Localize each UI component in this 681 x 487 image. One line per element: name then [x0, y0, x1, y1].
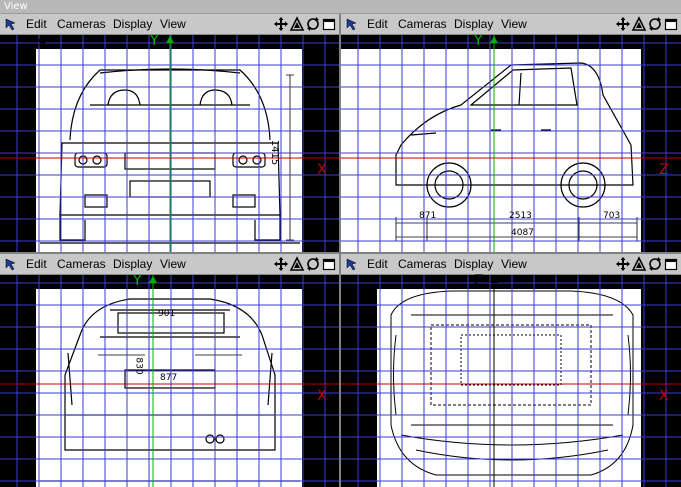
vertical-axis-label: Y: [133, 273, 142, 289]
dimension-label: 901: [158, 309, 176, 319]
move-icon[interactable]: [273, 256, 289, 272]
dimension-label: 4087: [511, 228, 534, 238]
refresh-icon[interactable]: [305, 16, 321, 32]
dimension-label: 1415: [269, 139, 281, 166]
horizontal-axis-label: X: [317, 388, 327, 404]
navigation-arrow-icon[interactable]: [344, 256, 360, 272]
menu-view[interactable]: View: [160, 17, 186, 31]
refresh-icon[interactable]: [305, 256, 321, 272]
dimension-label: 877: [160, 373, 178, 383]
menu-view[interactable]: View: [160, 257, 186, 271]
viewport-front[interactable]: Edit Cameras Display View Y X 9 1415: [0, 14, 339, 252]
viewport-toolbar: Edit Cameras Display View: [0, 14, 339, 35]
viewport-canvas[interactable]: Y Z 871 2513 703 4087: [341, 33, 681, 252]
rotate-axes-icon[interactable]: [289, 256, 305, 272]
vertical-axis-label: Z: [474, 273, 484, 289]
horizontal-axis-label: Z: [659, 162, 669, 178]
window-title: View: [4, 1, 28, 12]
move-icon[interactable]: [615, 16, 631, 32]
viewport-canvas[interactable]: Z X: [341, 273, 681, 487]
maximize-icon[interactable]: [663, 16, 679, 32]
navigation-arrow-icon[interactable]: [3, 256, 19, 272]
menu-display[interactable]: Display: [454, 257, 493, 271]
horizontal-axis-label: X: [659, 388, 669, 404]
menu-cameras[interactable]: Cameras: [57, 17, 106, 31]
viewport-number: 9: [38, 36, 46, 49]
viewport-canvas[interactable]: Y X 9 1415: [0, 33, 339, 252]
menu-cameras[interactable]: Cameras: [57, 257, 106, 271]
dimension-label: 703: [603, 211, 621, 221]
rotate-axes-icon[interactable]: [631, 256, 647, 272]
menu-view[interactable]: View: [501, 257, 527, 271]
rotate-axes-icon[interactable]: [631, 16, 647, 32]
dimension-label: 830: [133, 357, 144, 375]
viewport-side[interactable]: Edit Cameras Display View Y Z 871 2513 7…: [341, 14, 681, 252]
dimension-label: 871: [419, 211, 437, 221]
menu-edit[interactable]: Edit: [367, 257, 388, 271]
main-window: View Edit Cameras Display View Y X 9 141…: [0, 0, 681, 487]
vertical-axis-label: Y: [474, 33, 483, 49]
menu-display[interactable]: Display: [454, 17, 493, 31]
horizontal-axis-label: X: [317, 162, 327, 178]
menu-cameras[interactable]: Cameras: [398, 17, 447, 31]
rotate-axes-icon[interactable]: [289, 16, 305, 32]
menu-display[interactable]: Display: [113, 17, 152, 31]
menu-display[interactable]: Display: [113, 257, 152, 271]
viewport-toolbar: Edit Cameras Display View: [341, 254, 681, 275]
navigation-arrow-icon[interactable]: [344, 16, 360, 32]
menu-edit[interactable]: Edit: [26, 257, 47, 271]
refresh-icon[interactable]: [647, 16, 663, 32]
viewport-top[interactable]: Edit Cameras Display View Y X 901 830 87…: [0, 254, 339, 487]
maximize-icon[interactable]: [321, 16, 337, 32]
viewport-canvas[interactable]: Y X 901 830 877: [0, 273, 339, 487]
viewport-toolbar: Edit Cameras Display View: [341, 14, 681, 35]
refresh-icon[interactable]: [647, 256, 663, 272]
navigation-arrow-icon[interactable]: [3, 16, 19, 32]
menu-edit[interactable]: Edit: [367, 17, 388, 31]
window-titlebar: View: [0, 0, 681, 14]
menu-view[interactable]: View: [501, 17, 527, 31]
maximize-icon[interactable]: [663, 256, 679, 272]
viewport-toolbar: Edit Cameras Display View: [0, 254, 339, 275]
move-icon[interactable]: [615, 256, 631, 272]
viewport-rear-top[interactable]: Edit Cameras Display View Z X: [341, 254, 681, 487]
vertical-axis-label: Y: [150, 33, 159, 49]
menu-edit[interactable]: Edit: [26, 17, 47, 31]
move-icon[interactable]: [273, 16, 289, 32]
menu-cameras[interactable]: Cameras: [398, 257, 447, 271]
dimension-label: 2513: [509, 211, 532, 221]
maximize-icon[interactable]: [321, 256, 337, 272]
